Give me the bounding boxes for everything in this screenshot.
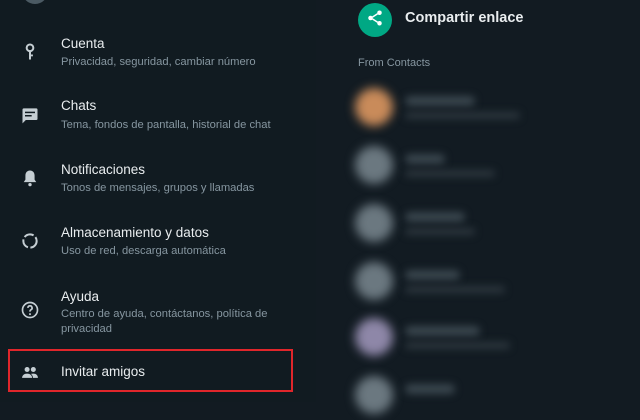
contact-avatar <box>355 88 393 126</box>
share-link-label[interactable]: Compartir enlace <box>405 10 523 26</box>
contact-name-blurred <box>405 326 480 336</box>
storage-icon <box>18 229 42 253</box>
contact-item[interactable] <box>355 376 635 420</box>
contact-name-blurred <box>405 212 465 222</box>
contact-item[interactable] <box>355 88 635 132</box>
bell-icon <box>18 166 42 190</box>
contact-item[interactable] <box>355 318 635 362</box>
contact-status-blurred <box>405 342 510 349</box>
contact-name-blurred <box>405 154 445 164</box>
share-icon <box>366 9 384 32</box>
settings-item-chats[interactable]: Chats Tema, fondos de pantalla, historia… <box>0 92 316 140</box>
settings-item-help[interactable]: Ayuda Centro de ayuda, contáctanos, polí… <box>0 283 316 339</box>
contacts-section-label: From Contacts <box>358 57 431 69</box>
highlight-box <box>8 349 293 392</box>
settings-item-title: Ayuda <box>61 289 100 304</box>
settings-item-title: Almacenamiento y datos <box>61 225 209 240</box>
key-icon <box>18 40 42 64</box>
contact-name-blurred <box>405 384 455 394</box>
settings-item-subtitle: Privacidad, seguridad, cambiar número <box>61 56 256 68</box>
contact-avatar <box>355 204 393 242</box>
contact-item[interactable] <box>355 204 635 248</box>
contact-name-blurred <box>405 96 475 106</box>
profile-avatar[interactable] <box>22 0 48 4</box>
contact-avatar <box>355 318 393 356</box>
settings-item-account[interactable]: Cuenta Privacidad, seguridad, cambiar nú… <box>0 30 316 78</box>
contact-avatar <box>355 376 393 414</box>
contact-avatar <box>355 146 393 184</box>
settings-item-title: Cuenta <box>61 36 105 51</box>
contact-status-blurred <box>405 170 495 177</box>
settings-item-subtitle: Centro de ayuda, contáctanos, política d… <box>61 308 268 335</box>
settings-item-storage[interactable]: Almacenamiento y datos Uso de red, desca… <box>0 219 316 267</box>
contact-status-blurred <box>405 286 505 293</box>
contact-item[interactable] <box>355 146 635 190</box>
contact-item[interactable] <box>355 262 635 306</box>
settings-item-notifications[interactable]: Notificaciones Tonos de mensajes, grupos… <box>0 156 316 204</box>
settings-panel: Cuenta Privacidad, seguridad, cambiar nú… <box>0 0 316 402</box>
settings-item-subtitle: Tema, fondos de pantalla, historial de c… <box>61 119 271 131</box>
settings-item-subtitle: Uso de red, descarga automática <box>61 245 226 257</box>
settings-item-title: Notificaciones <box>61 162 146 177</box>
contact-status-blurred <box>405 228 475 235</box>
contact-name-blurred <box>405 270 460 280</box>
help-icon <box>18 298 42 322</box>
chat-icon <box>18 103 42 127</box>
share-link-button[interactable] <box>358 3 392 37</box>
contact-status-blurred <box>405 112 520 119</box>
contact-avatar <box>355 262 393 300</box>
settings-item-subtitle: Tonos de mensajes, grupos y llamadas <box>61 182 255 194</box>
settings-item-title: Chats <box>61 98 97 113</box>
